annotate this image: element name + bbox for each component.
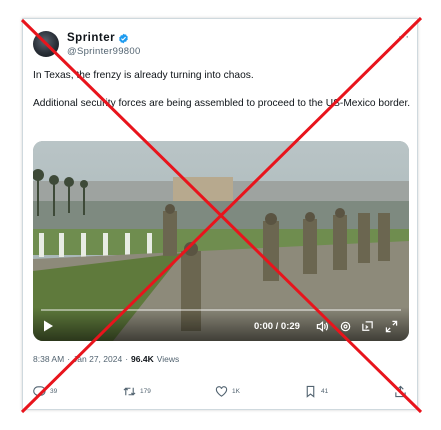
tweet-text: In Texas, the frenzy is already turning … [33, 69, 411, 111]
reply-icon [33, 386, 46, 398]
views-count: 96.4K [131, 354, 154, 364]
volume-icon[interactable] [316, 320, 329, 333]
reply-count: 39 [50, 388, 58, 395]
avatar[interactable] [33, 31, 59, 57]
repost-button[interactable]: 179 [123, 385, 151, 398]
meta-separator: · [67, 354, 71, 364]
repost-icon [123, 387, 136, 396]
settings-icon[interactable] [339, 320, 352, 333]
video-controls: 0:00 / 0:29 [33, 307, 409, 341]
ellipsis-icon[interactable]: ··· [398, 31, 409, 43]
play-icon[interactable] [41, 319, 55, 333]
bookmark-count: 41 [321, 388, 329, 395]
tweet-card[interactable]: Sprinter @Sprinter99800 ··· In Texas, th… [22, 18, 418, 410]
tweet-actions: 39 179 1K 41 [33, 385, 411, 403]
tweet-time[interactable]: 8:38 AM [33, 354, 64, 364]
bookmark-button[interactable]: 41 [304, 385, 328, 398]
fullscreen-icon[interactable] [385, 320, 398, 333]
views-label: Views [156, 354, 180, 364]
tweet-text-line: In Texas, the frenzy is already turning … [33, 70, 254, 81]
video-time: 0:00 / 0:29 [254, 321, 300, 332]
author-name-row: Sprinter [67, 31, 129, 45]
repost-count: 179 [140, 388, 151, 395]
share-button[interactable] [394, 385, 411, 398]
author-name[interactable]: Sprinter [67, 32, 115, 44]
tweet-meta: 8:38 AM · Jan 27, 2024 · 96.4K Views [33, 354, 179, 364]
heart-icon [215, 386, 228, 397]
meta-separator: · [125, 354, 129, 364]
video-player[interactable]: 0:00 / 0:29 [33, 141, 409, 341]
reply-button[interactable]: 39 [33, 385, 57, 398]
author-handle[interactable]: @Sprinter99800 [67, 46, 141, 57]
verified-badge-icon [119, 33, 128, 43]
like-button[interactable]: 1K [215, 385, 240, 398]
tweet-text-line: Additional security forces are being ass… [33, 98, 411, 109]
captions-icon[interactable] [361, 320, 374, 333]
share-icon [395, 385, 406, 398]
like-count: 1K [232, 388, 240, 395]
tweet-header: Sprinter @Sprinter99800 ··· [33, 31, 409, 65]
tweet-date[interactable]: Jan 27, 2024 [73, 354, 122, 364]
progress-bar[interactable] [41, 309, 401, 311]
bookmark-icon [306, 385, 315, 398]
